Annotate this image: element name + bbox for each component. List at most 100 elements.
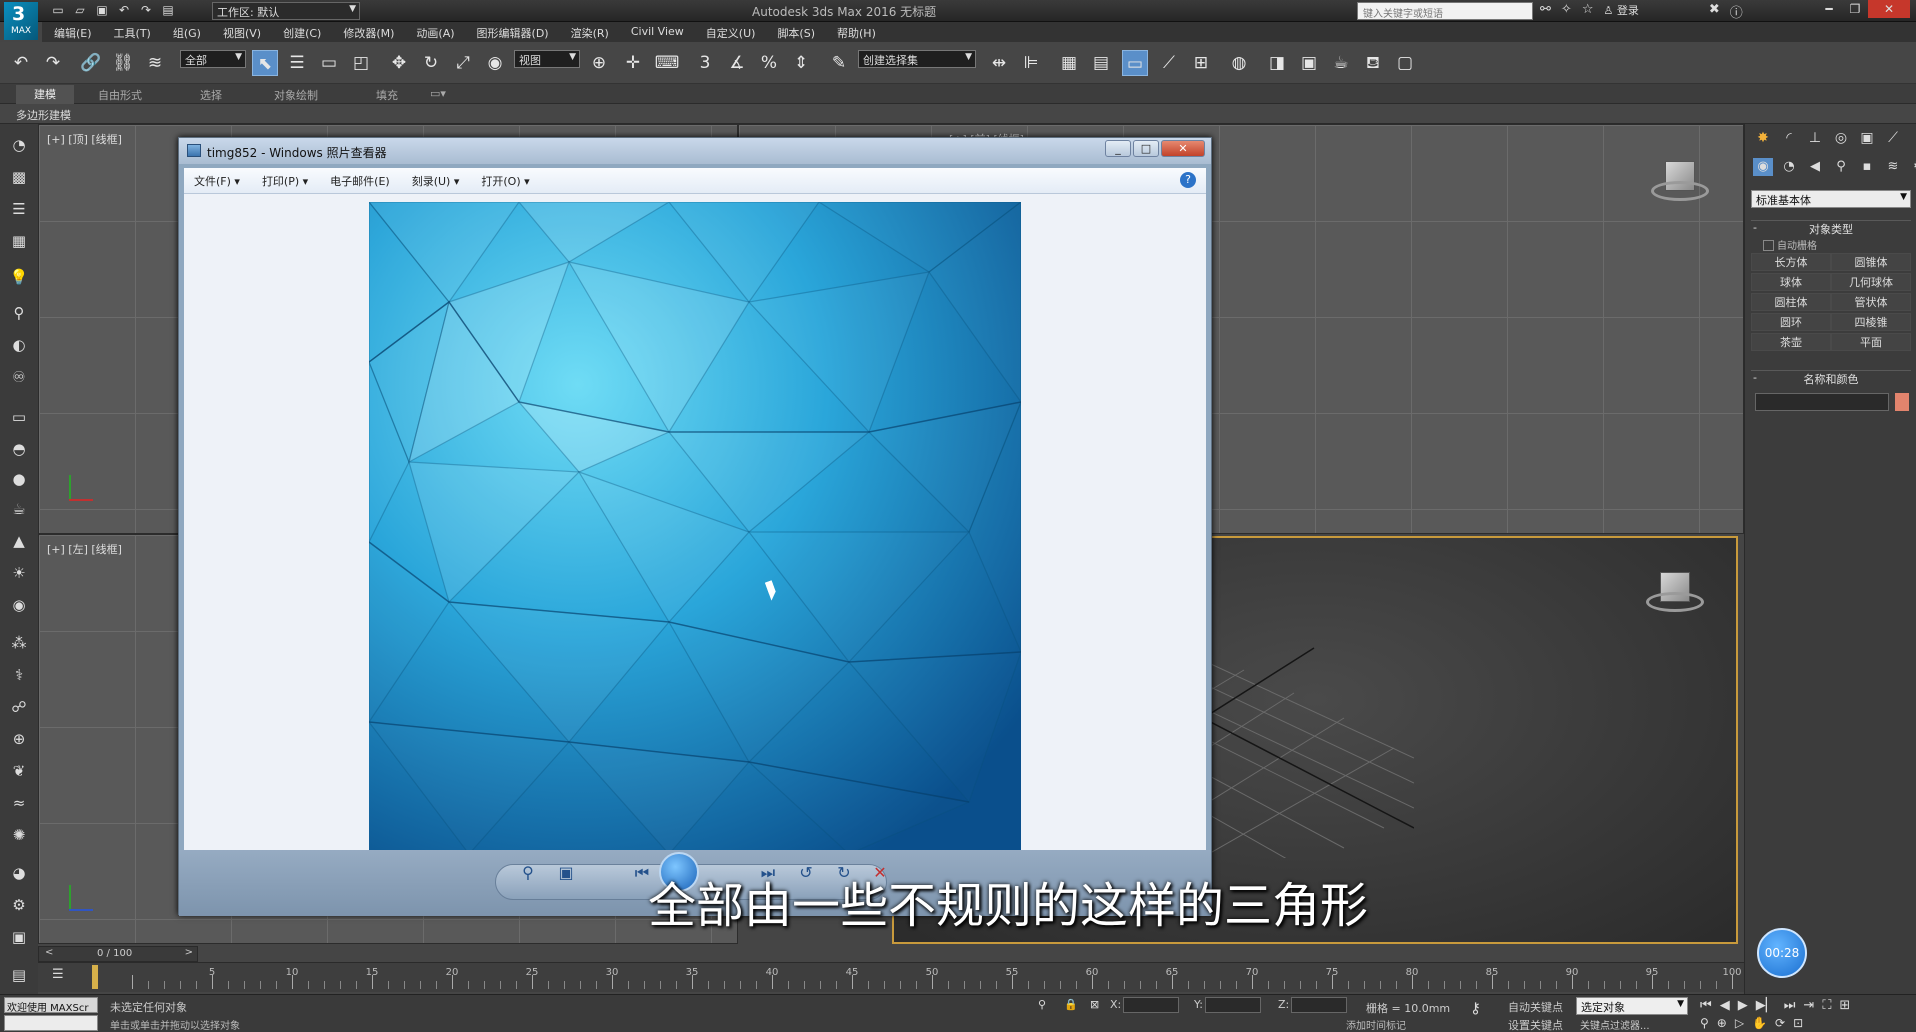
lock-icon[interactable]: 🔒: [1064, 998, 1078, 1011]
pivot-center-icon[interactable]: ⊕: [586, 50, 612, 76]
login-button[interactable]: ♙ 登录: [1603, 2, 1638, 21]
menu-item[interactable]: 渲染(R): [559, 22, 619, 42]
orbit-icon[interactable]: ⟳: [1775, 1016, 1785, 1030]
rectangular-selection-icon[interactable]: ▭: [316, 50, 342, 76]
transform-mode-icon[interactable]: ⊠: [1090, 998, 1099, 1011]
object-type-button[interactable]: 圆锥体: [1831, 253, 1911, 271]
menu-item[interactable]: 动画(A): [404, 22, 464, 42]
viewcube-icon[interactable]: [1646, 572, 1704, 616]
spinner-snap-icon[interactable]: ⇕: [788, 50, 814, 76]
z-coordinate[interactable]: Z:: [1278, 997, 1348, 1015]
auto-key-button[interactable]: 自动关键点: [1508, 999, 1563, 1015]
place-icon[interactable]: ◉: [482, 50, 508, 76]
spacewarp-icon[interactable]: ♾: [8, 366, 30, 388]
percent-snap-icon[interactable]: %: [756, 50, 782, 76]
maximize-viewport-icon[interactable]: ⊞: [1839, 998, 1850, 1013]
curve-editor-icon[interactable]: ⟋: [1156, 50, 1182, 76]
viewer-maximize-button[interactable]: □: [1133, 140, 1159, 157]
star-icon[interactable]: ☆: [1582, 2, 1594, 21]
restore-button[interactable]: ❐: [1842, 0, 1868, 18]
maxscript-listener[interactable]: 欢迎使用 MAXScr: [4, 997, 98, 1014]
menu-item[interactable]: 图形编辑器(D): [465, 22, 559, 42]
menu-email[interactable]: 电子邮件(E): [330, 173, 390, 189]
select-by-name-icon[interactable]: ☰: [284, 50, 310, 76]
unlink-icon[interactable]: ⛓: [110, 50, 136, 76]
scale-icon[interactable]: ⤢: [450, 50, 476, 76]
menu-item[interactable]: 编辑(E): [42, 22, 102, 42]
key-icon[interactable]: ⚷: [1470, 999, 1481, 1017]
field-of-view-icon[interactable]: ▷: [1735, 1016, 1744, 1030]
zoom-extents-icon[interactable]: ⛶: [1822, 998, 1831, 1013]
render-setup-icon[interactable]: ◨: [1264, 50, 1290, 76]
hierarchy-tab-icon[interactable]: ⊥: [1805, 128, 1825, 148]
next-frame-icon[interactable]: ▶▏: [1756, 998, 1776, 1013]
angle-snap-icon[interactable]: ∡: [724, 50, 750, 76]
add-time-tag[interactable]: 添加时间标记: [1346, 1017, 1406, 1032]
viewer-minimize-button[interactable]: _: [1105, 140, 1131, 157]
mirror-icon[interactable]: ⇹: [986, 50, 1012, 76]
auto-grid-checkbox[interactable]: 自动栅格: [1751, 237, 1911, 253]
time-slider-prev-icon[interactable]: <: [45, 947, 53, 958]
link-icon[interactable]: 🔗: [78, 50, 104, 76]
rollout-header[interactable]: - 名称和颜色: [1751, 371, 1911, 387]
camera-icon[interactable]: ⚲: [8, 302, 30, 324]
zoom-all-icon[interactable]: ⊕: [1717, 1016, 1727, 1030]
select-object-icon[interactable]: ⬉: [252, 50, 278, 76]
binoculars-icon[interactable]: ⚯: [1540, 2, 1551, 21]
spacewarps-icon[interactable]: ≋: [1883, 158, 1903, 176]
object-type-button[interactable]: 平面: [1831, 333, 1911, 351]
layer-icon[interactable]: ▣: [8, 926, 30, 948]
undo-icon[interactable]: ↶: [8, 50, 34, 76]
playhead[interactable]: [92, 965, 98, 989]
rendered-frame-icon[interactable]: ▣: [1296, 50, 1322, 76]
menu-open[interactable]: 打开(O) ▾: [481, 173, 529, 189]
keyboard-shortcut-icon[interactable]: ⌨: [654, 50, 680, 76]
polygon-modeling-label[interactable]: 多边形建模: [16, 107, 71, 123]
create-tab-icon[interactable]: ✸: [1753, 128, 1773, 148]
helpers-icon[interactable]: ▪: [1857, 158, 1877, 176]
exchange-icon[interactable]: ✖: [1709, 2, 1720, 21]
key-filters-button[interactable]: 关键点过滤器...: [1580, 1017, 1650, 1032]
undo-icon[interactable]: ↶: [116, 3, 132, 18]
zoom-icon[interactable]: ⚲: [1700, 1016, 1709, 1030]
object-name-field[interactable]: [1755, 393, 1889, 411]
table-icon[interactable]: ▦: [8, 230, 30, 252]
schematic-view-icon[interactable]: ⊞: [1188, 50, 1214, 76]
motion-tab-icon[interactable]: ◎: [1831, 128, 1851, 148]
tab-object-paint[interactable]: 对象绘制: [274, 87, 318, 103]
close-button[interactable]: ✕: [1868, 0, 1910, 18]
cone-icon[interactable]: ▲: [8, 530, 30, 552]
menu-file[interactable]: 文件(F) ▾: [194, 173, 240, 189]
render-icon[interactable]: ☕: [1328, 50, 1354, 76]
bind-spacewarp-icon[interactable]: ≋: [142, 50, 168, 76]
object-color-swatch[interactable]: [1895, 393, 1909, 411]
scene-explorer-icon[interactable]: ◔: [8, 134, 30, 156]
scene-explorer-icon[interactable]: ▤: [1088, 50, 1114, 76]
render-iterative-icon[interactable]: ⛾: [1360, 50, 1386, 76]
object-type-button[interactable]: 茶壶: [1751, 333, 1831, 351]
go-to-start-icon[interactable]: ⏮: [1700, 998, 1712, 1013]
teapot-icon[interactable]: ☕: [8, 498, 30, 520]
subscription-icon[interactable]: ✧: [1561, 2, 1572, 21]
app-menu-button[interactable]: 3 MAX: [4, 2, 38, 40]
viewport-label[interactable]: [+] [顶] [线框]: [47, 131, 122, 147]
hair-icon[interactable]: ≈: [8, 792, 30, 814]
help-icon[interactable]: ⓘ: [1730, 2, 1743, 21]
object-type-button[interactable]: 球体: [1751, 273, 1831, 291]
rollout-header[interactable]: - 对象类型: [1751, 221, 1911, 237]
ribbon-options-icon[interactable]: ▭▾: [430, 87, 446, 100]
bone-icon[interactable]: ⚕: [8, 664, 30, 686]
category-select[interactable]: 标准基本体 ▼: [1751, 190, 1911, 208]
a360-render-icon[interactable]: ▢: [1392, 50, 1418, 76]
named-selection-select[interactable]: 创建选择集 ▼: [858, 50, 976, 68]
menu-item[interactable]: 创建(C): [271, 22, 331, 42]
systems-icon[interactable]: ⚙: [1909, 158, 1916, 176]
render-tools-icon[interactable]: ⚙: [8, 894, 30, 916]
align-icon[interactable]: ⊫: [1018, 50, 1044, 76]
track-bar[interactable]: ☰ 5 10 15 20 25 30 35 40 45 50 55 60 65 70 75 80 85 90 95 1…: [38, 962, 1744, 992]
rotate-icon[interactable]: ↻: [418, 50, 444, 76]
menu-item[interactable]: 修改器(M): [331, 22, 404, 42]
shapes-icon[interactable]: ◔: [1779, 158, 1799, 176]
menu-item[interactable]: 自定义(U): [694, 22, 766, 42]
material-editor-icon[interactable]: ◍: [1226, 50, 1252, 76]
